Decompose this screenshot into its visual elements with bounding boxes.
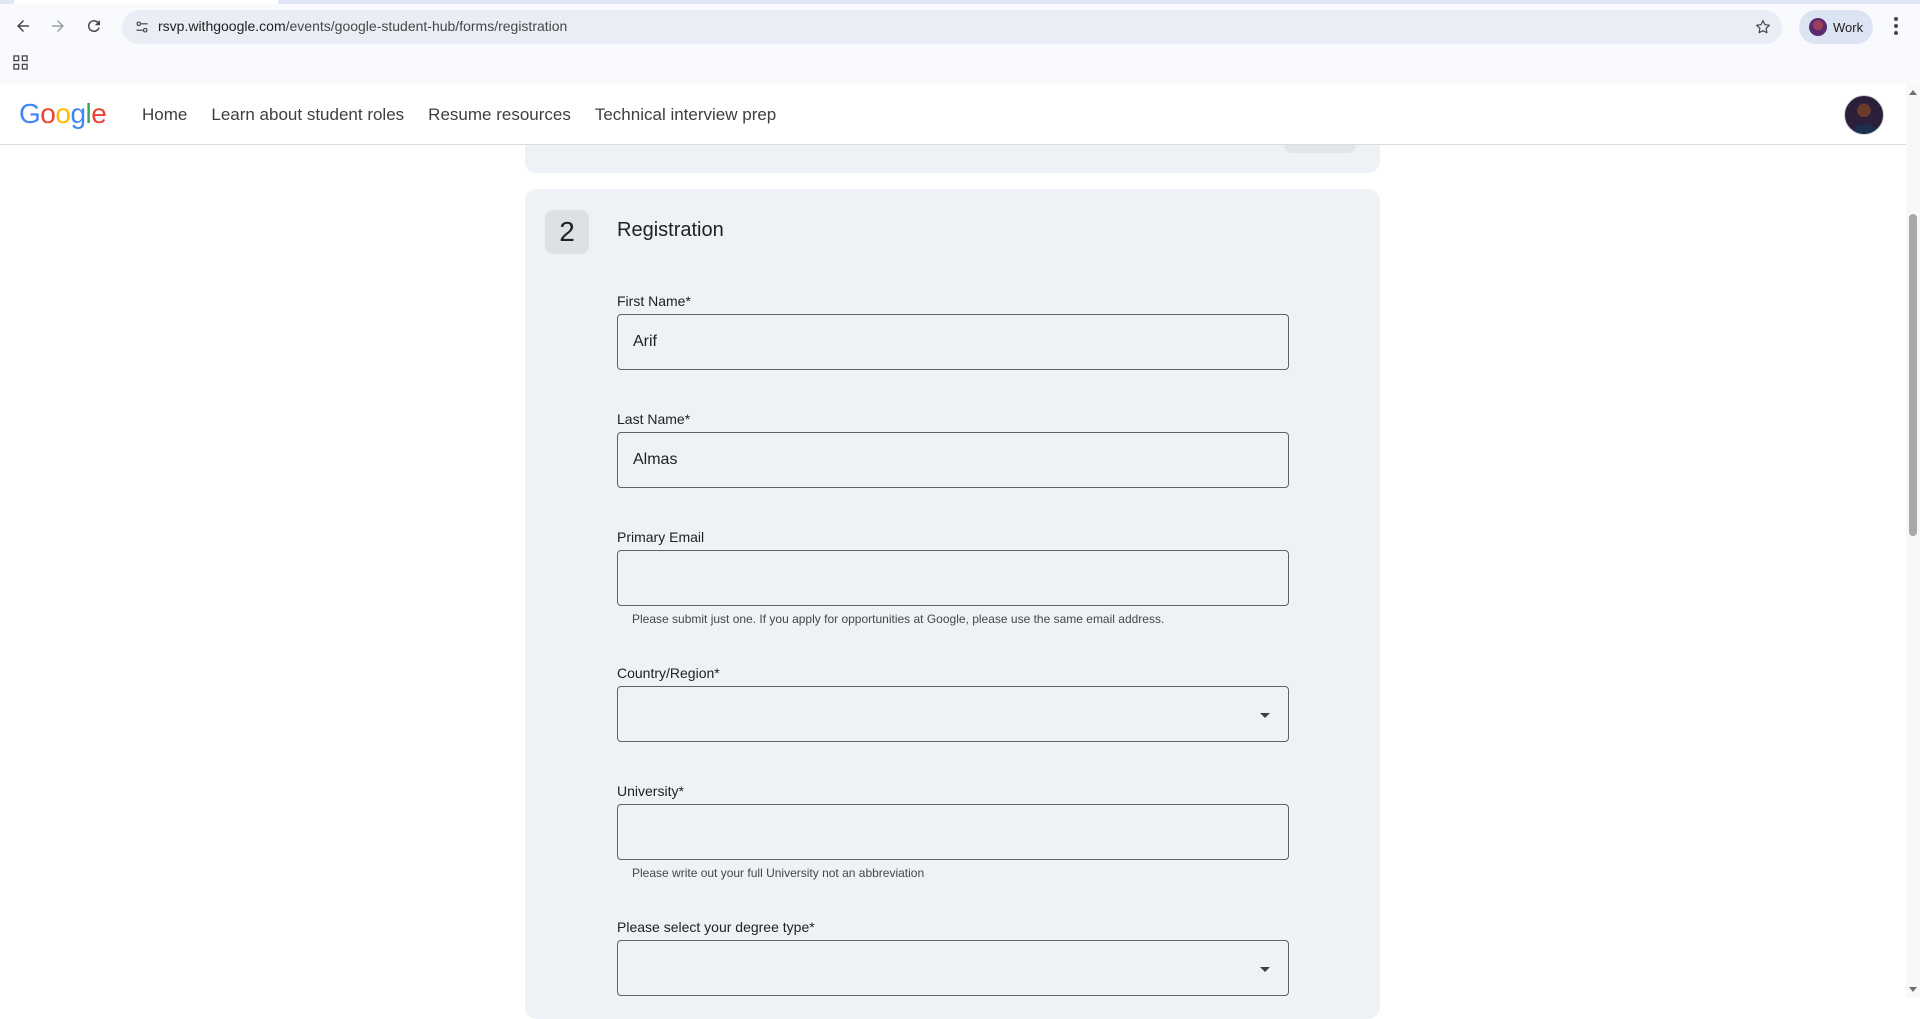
forward-button[interactable] [44, 12, 72, 40]
user-avatar[interactable] [1844, 95, 1884, 135]
arrow-left-icon [17, 20, 29, 32]
degree-type-select[interactable] [617, 940, 1289, 996]
step-number-badge: 2 [545, 210, 589, 254]
country-region-select[interactable] [617, 686, 1289, 742]
page-scrollbar[interactable] [1906, 84, 1920, 998]
primary-email-label: Primary Email [617, 529, 705, 545]
university-label: University* [617, 783, 684, 799]
previous-section-button[interactable] [1284, 145, 1356, 153]
nav-technical-interview-prep[interactable]: Technical interview prep [595, 105, 776, 125]
site-nav: Home Learn about student roles Resume re… [142, 105, 776, 125]
scroll-up-icon[interactable] [1909, 90, 1917, 95]
registration-card: 2 Registration First Name* Arif Last Nam… [525, 189, 1380, 1019]
scroll-down-icon[interactable] [1909, 987, 1917, 992]
url-text[interactable]: rsvp.withgoogle.com/events/google-studen… [158, 18, 567, 34]
logo-letter: o [40, 98, 56, 129]
scrollbar-thumb[interactable] [1909, 214, 1917, 536]
dropdown-arrow-icon [1260, 713, 1270, 718]
country-region-label: Country/Region* [617, 665, 720, 681]
browser-menu-icon[interactable] [1886, 12, 1906, 40]
back-button[interactable] [9, 12, 37, 40]
active-tab-indicator[interactable] [14, 0, 278, 4]
primary-email-field[interactable] [617, 550, 1289, 606]
primary-email-hint: Please submit just one. If you apply for… [632, 612, 1165, 626]
profile-button[interactable]: Work [1799, 10, 1873, 44]
previous-section-card [525, 145, 1380, 173]
first-name-field[interactable]: Arif [617, 314, 1289, 370]
section-title: Registration [617, 219, 724, 241]
logo-letter: e [91, 98, 107, 129]
apps-grid-icon[interactable] [10, 52, 30, 72]
browser-toolbar: rsvp.withgoogle.com/events/google-studen… [0, 0, 1920, 84]
reload-icon [87, 20, 100, 33]
dropdown-arrow-icon [1260, 967, 1270, 972]
nav-resume-resources[interactable]: Resume resources [428, 105, 571, 125]
last-name-label: Last Name* [617, 411, 691, 427]
arrow-right-icon [52, 20, 64, 32]
degree-type-label: Please select your degree type* [617, 919, 815, 935]
url-path: /events/google-student-hub/forms/registr… [285, 18, 568, 34]
first-name-value: Arif [633, 333, 657, 350]
university-field[interactable] [617, 804, 1289, 860]
google-logo[interactable]: Google [19, 98, 107, 130]
nav-learn-about-student-roles[interactable]: Learn about student roles [211, 105, 404, 125]
site-info-icon[interactable] [132, 17, 152, 37]
first-name-label: First Name* [617, 293, 691, 309]
reload-button[interactable] [80, 12, 108, 40]
last-name-field[interactable]: Almas [617, 432, 1289, 488]
url-host: rsvp.withgoogle.com [158, 18, 286, 34]
logo-letter: G [19, 98, 41, 129]
university-hint: Please write out your full University no… [632, 866, 925, 880]
address-bar[interactable]: rsvp.withgoogle.com/events/google-studen… [122, 10, 1782, 44]
logo-letter: o [55, 98, 71, 129]
last-name-value: Almas [633, 451, 678, 468]
nav-home[interactable]: Home [142, 105, 187, 125]
tab-strip [0, 0, 1920, 4]
logo-letter: g [70, 98, 86, 129]
profile-avatar [1809, 18, 1827, 36]
site-header: Google Home Learn about student roles Re… [0, 84, 1906, 145]
bookmark-star-icon[interactable] [1752, 16, 1774, 38]
profile-label: Work [1833, 19, 1864, 35]
